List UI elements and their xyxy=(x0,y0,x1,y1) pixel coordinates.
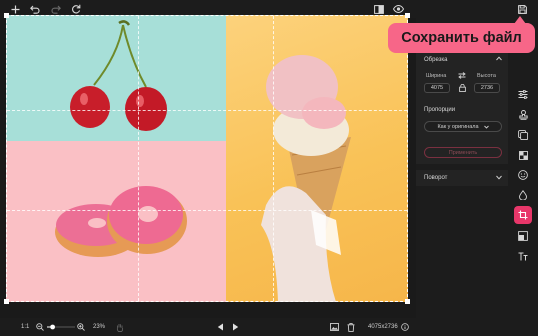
crop-handle-top-right[interactable] xyxy=(405,13,410,18)
height-label: Высота xyxy=(477,73,496,79)
width-label: Ширина xyxy=(426,73,447,79)
face-icon[interactable] xyxy=(514,166,532,184)
crop-handle-top-left[interactable] xyxy=(4,13,9,18)
chevron-down-icon xyxy=(483,125,489,129)
save-file-tooltip: Сохранить файл xyxy=(388,23,535,53)
proportions-title: Пропорции xyxy=(424,107,456,113)
ice-cream-image xyxy=(261,55,351,302)
replace-bg-icon[interactable] xyxy=(514,126,532,144)
crop-icon[interactable] xyxy=(514,206,532,224)
trash-icon[interactable] xyxy=(345,318,357,336)
text-icon[interactable] xyxy=(514,247,532,265)
proportions-selected-value: Как у оригинала xyxy=(437,123,479,130)
gallery-icon[interactable] xyxy=(328,318,340,336)
zoom-in-icon[interactable] xyxy=(76,318,86,336)
adjust-icon[interactable] xyxy=(514,85,532,103)
chevron-down-icon[interactable] xyxy=(496,175,502,182)
hand-icon[interactable] xyxy=(115,318,125,336)
lock-icon[interactable] xyxy=(459,83,466,94)
swap-icon[interactable] xyxy=(458,72,466,81)
previous-image-icon[interactable] xyxy=(215,318,225,336)
proportions-select[interactable]: Как у оригинала xyxy=(424,121,502,132)
crop-section-title: Обрезка xyxy=(424,57,448,63)
stamp-icon[interactable] xyxy=(514,106,532,124)
donuts-image xyxy=(55,186,187,257)
zoom-out-icon[interactable] xyxy=(35,318,45,336)
ratio-button[interactable]: 1:1 xyxy=(21,318,29,336)
rotate-section-title: Поворот xyxy=(424,175,448,181)
info-icon[interactable] xyxy=(400,318,410,336)
crop-handle-bottom-right[interactable] xyxy=(405,299,410,304)
width-input[interactable]: 4075 xyxy=(424,83,450,93)
cherries-image xyxy=(70,20,167,131)
crop-handle-bottom-left[interactable] xyxy=(4,299,9,304)
photo-image[interactable] xyxy=(6,15,408,302)
mosaic-icon[interactable] xyxy=(514,146,532,164)
zoom-value: 23% xyxy=(93,324,106,330)
zoom-slider-thumb xyxy=(50,324,55,330)
apply-button[interactable]: Применить xyxy=(424,147,502,158)
resize-icon[interactable] xyxy=(514,227,532,245)
chevron-up-icon[interactable] xyxy=(496,56,502,63)
image-dimensions: 4075x2736 xyxy=(368,324,398,330)
photo-illustration xyxy=(55,20,351,302)
next-image-icon[interactable] xyxy=(230,318,240,336)
retouch-icon[interactable] xyxy=(514,186,532,204)
zoom-slider[interactable] xyxy=(47,318,75,336)
height-input[interactable]: 2736 xyxy=(474,83,500,93)
